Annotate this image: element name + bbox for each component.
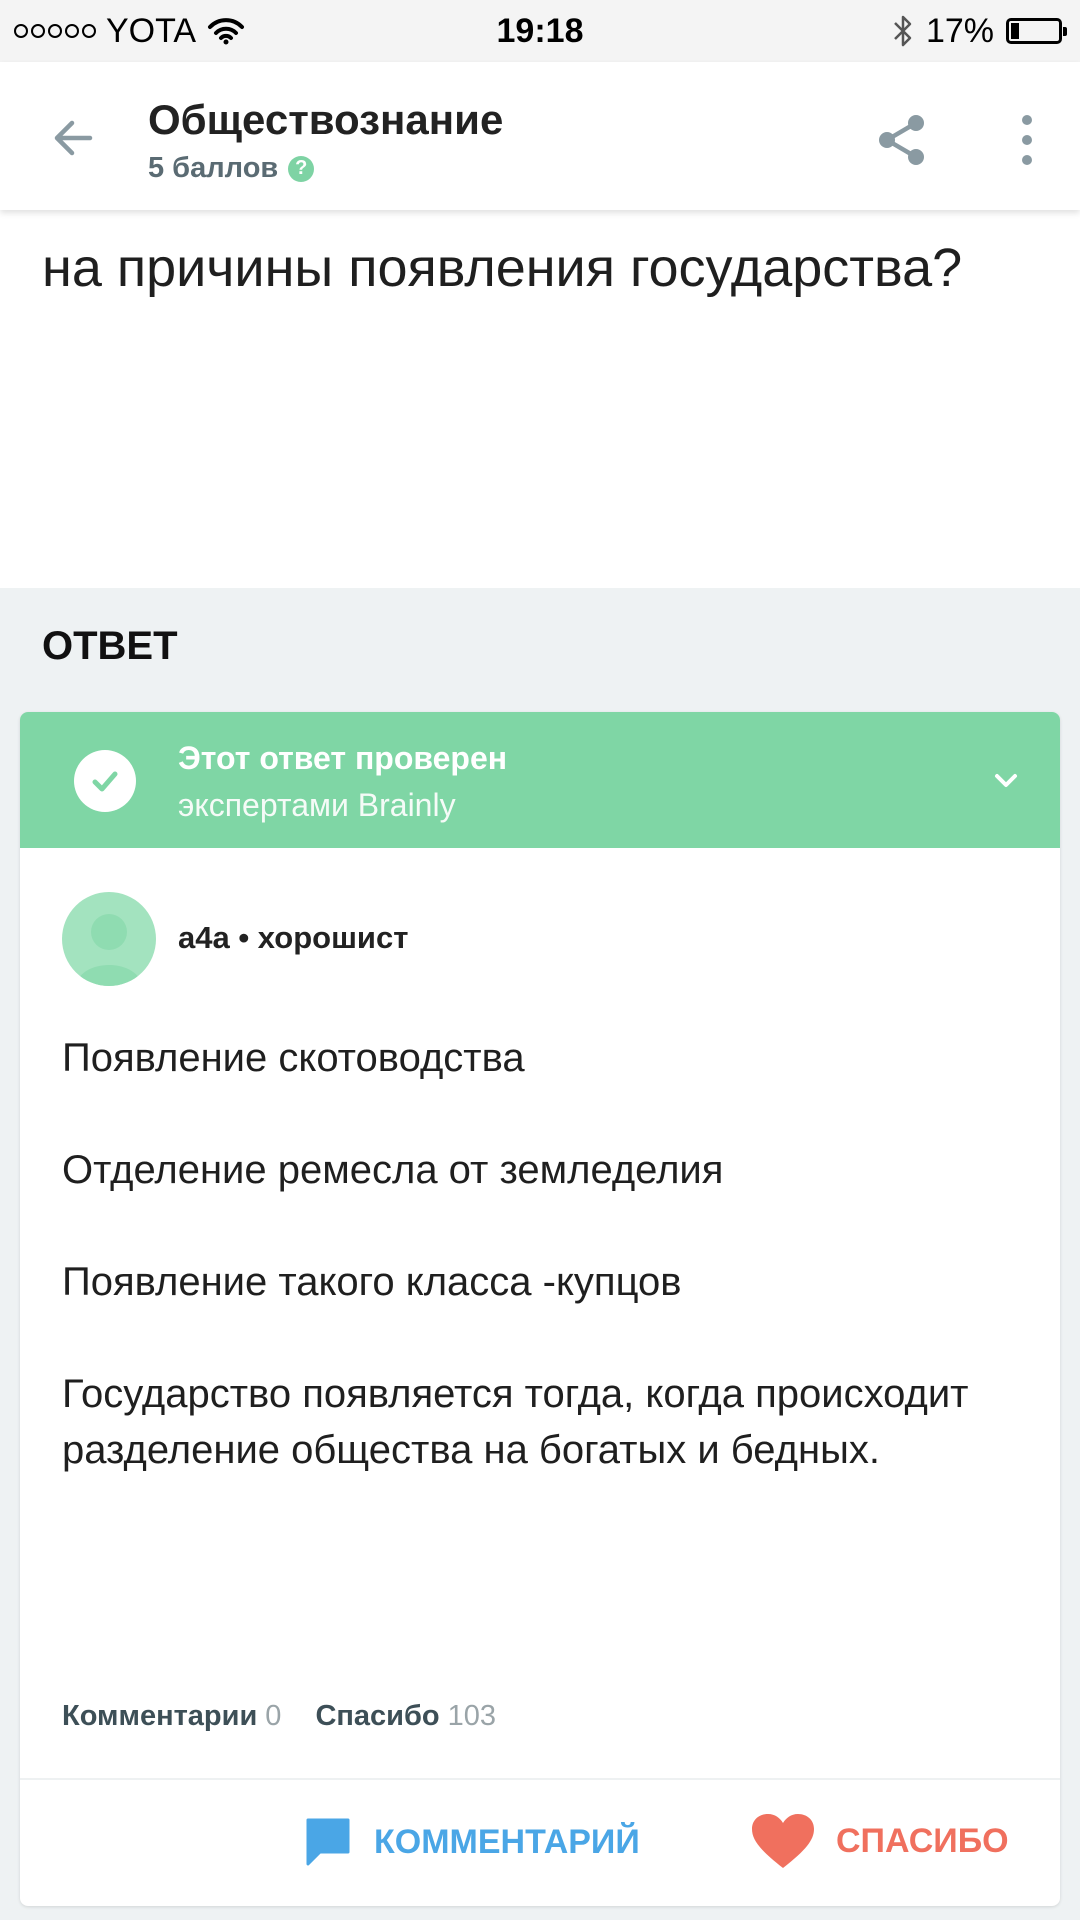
- verified-subtitle: экспертами Brainly: [178, 787, 456, 823]
- page-title: Обществознание: [148, 96, 504, 143]
- answer-card: Этот ответ проверен экспертами Brainly a…: [20, 712, 1060, 1906]
- question-text: на причины появления государства?: [42, 238, 963, 298]
- signal-dot: [82, 24, 96, 38]
- chevron-down-icon[interactable]: [988, 762, 1024, 798]
- status-bar-right: 17%: [892, 11, 1067, 51]
- answer-stats: Комментарии 0 Спасибо 103: [62, 1700, 496, 1733]
- answer-body: Появление скотоводства Отделение ремесла…: [62, 1030, 1022, 1534]
- question-panel: на причины появления государства?: [0, 210, 1080, 588]
- back-arrow-icon[interactable]: [46, 110, 102, 166]
- bluetooth-icon: [894, 15, 912, 47]
- comment-button[interactable]: КОММЕНТАРИЙ: [304, 1816, 640, 1868]
- answer-paragraph: Государство появляется тогда, когда прои…: [62, 1372, 969, 1472]
- share-icon[interactable]: [872, 110, 932, 170]
- thanks-button[interactable]: СПАСИБО: [750, 1812, 1009, 1870]
- comments-count: 0: [265, 1700, 282, 1732]
- answer-paragraph: Появление скотоводства: [62, 1036, 525, 1080]
- answer-paragraph: Отделение ремесла от земледелия: [62, 1148, 724, 1192]
- signal-dot: [65, 24, 79, 38]
- app-header: Обществознание 5 баллов ?: [0, 62, 1080, 210]
- check-icon: [92, 771, 118, 792]
- answer-actions: КОММЕНТАРИЙ СПАСИБО: [20, 1778, 1060, 1906]
- avatar[interactable]: [62, 892, 156, 986]
- answer-paragraph: Появление такого класса -купцов: [62, 1260, 682, 1304]
- battery-percent: 17%: [925, 11, 994, 50]
- points-label: 5 баллов ?: [148, 152, 315, 185]
- status-bar-left: YOTA: [14, 12, 246, 51]
- thanks-button-label: СПАСИБО: [836, 1821, 1009, 1860]
- thanks-count: 103: [447, 1700, 496, 1732]
- wifi-icon: [208, 18, 245, 45]
- thanks-label: Спасибо: [315, 1700, 440, 1732]
- more-vertical-icon[interactable]: [1010, 110, 1044, 170]
- battery-icon: [1006, 18, 1067, 44]
- status-bar: YOTA 19:18 17%: [0, 0, 1080, 62]
- signal-dot: [14, 24, 28, 38]
- author-name[interactable]: a4a • хорошист: [178, 920, 408, 956]
- comment-button-label: КОММЕНТАРИЙ: [374, 1822, 640, 1861]
- signal-dots: [14, 24, 96, 38]
- avatar-icon: [76, 914, 142, 986]
- help-icon[interactable]: ?: [288, 155, 315, 182]
- signal-dot: [31, 24, 45, 38]
- answer-section-title: ОТВЕТ: [42, 624, 178, 668]
- signal-dot: [48, 24, 62, 38]
- carrier-name: YOTA: [106, 11, 197, 50]
- comments-label: Комментарии: [62, 1700, 258, 1732]
- comment-bubble-icon: [306, 1818, 350, 1866]
- verified-title: Этот ответ проверен: [178, 740, 508, 776]
- points-text: 5 баллов: [148, 152, 279, 184]
- verified-banner[interactable]: Этот ответ проверен экспертами Brainly: [20, 712, 1060, 848]
- verified-badge: [74, 750, 136, 812]
- heart-icon: [752, 1814, 814, 1868]
- thanks-stat: Спасибо 103: [315, 1700, 496, 1733]
- comments-stat[interactable]: Комментарии 0: [62, 1700, 281, 1733]
